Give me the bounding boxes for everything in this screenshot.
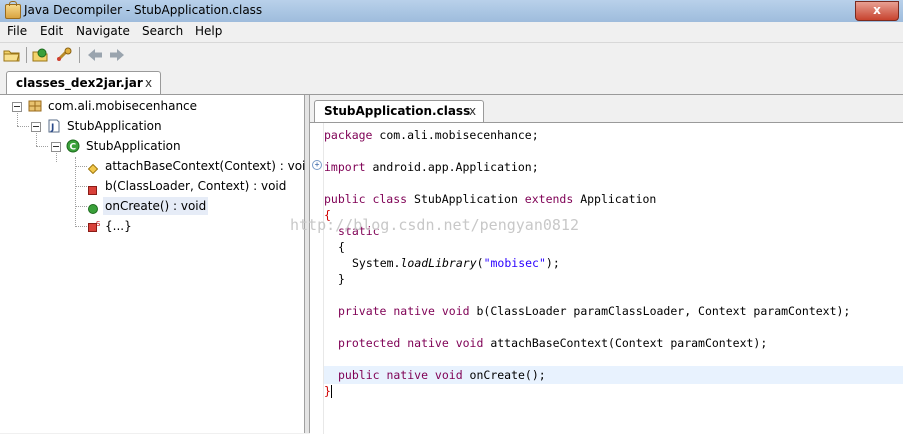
- tree-item-method-oncreate[interactable]: onCreate() : void: [0, 197, 300, 215]
- close-icon[interactable]: x: [469, 104, 476, 118]
- code-text: StubApplication: [407, 192, 525, 206]
- close-window-button[interactable]: x: [855, 1, 899, 21]
- window-title: Java Decompiler - StubApplication.class: [24, 3, 263, 17]
- tab-label: StubApplication.class: [324, 104, 471, 118]
- java-file-icon: J: [47, 119, 61, 138]
- svg-text:J: J: [50, 123, 54, 133]
- fold-expand-icon[interactable]: +: [312, 160, 322, 170]
- code-text: Application: [573, 192, 657, 206]
- code-line: private native void b(ClassLoader paramC…: [338, 303, 850, 319]
- text-cursor: [330, 385, 332, 398]
- toolbar-separator: [26, 47, 27, 63]
- code-text: android.app.Application;: [365, 160, 539, 174]
- tree-item-label: com.ali.mobisecenhance: [48, 99, 198, 113]
- tree-item-method-attachbasecontext[interactable]: attachBaseContext(Context) : void: [0, 157, 313, 175]
- open-file-icon[interactable]: [3, 47, 21, 63]
- keyword: import: [324, 160, 366, 174]
- code-line: }: [338, 272, 345, 286]
- code-editor[interactable]: + package com.ali.mobisecenhance; import…: [310, 122, 903, 434]
- collapse-toggle-icon[interactable]: [12, 102, 22, 112]
- keyword: private native void: [338, 304, 470, 318]
- back-icon[interactable]: [86, 47, 104, 63]
- code-text: b(ClassLoader paramClassLoader, Context …: [469, 304, 851, 318]
- open-type-hierarchy-icon[interactable]: [55, 47, 73, 63]
- tab-stubapplication-class[interactable]: StubApplication.class x: [314, 100, 484, 122]
- tree-item-method-b[interactable]: b(ClassLoader, Context) : void: [0, 177, 300, 195]
- forward-icon[interactable]: [108, 47, 126, 63]
- editor-gutter: +: [310, 123, 324, 434]
- code-text: com.ali.mobisecenhance;: [372, 128, 539, 142]
- toolbar-separator: [79, 47, 80, 63]
- tree-item-static-initializer[interactable]: S {...}: [0, 217, 300, 235]
- package-icon: [28, 99, 42, 118]
- file-tab-bar: classes_dex2jar.jar x: [0, 68, 903, 95]
- close-icon[interactable]: x: [145, 76, 152, 90]
- code-text: System.: [352, 256, 401, 270]
- toolbar: [0, 42, 903, 69]
- code-line: public class StubApplication extends App…: [324, 191, 656, 207]
- app-icon: [5, 1, 21, 19]
- code-line: protected native void attachBaseContext(…: [338, 335, 767, 351]
- tree-item-label: {...}: [105, 219, 132, 233]
- keyword: protected native void: [338, 336, 484, 350]
- open-type-icon[interactable]: [32, 47, 50, 63]
- code-line: public native void onCreate();: [338, 367, 546, 383]
- code-text: );: [545, 256, 560, 270]
- keyword: extends: [524, 192, 574, 206]
- static-initializer-icon: S: [88, 219, 102, 237]
- tree-item-class[interactable]: C StubApplication: [0, 137, 300, 155]
- code-text: }: [324, 384, 331, 398]
- collapse-toggle-icon[interactable]: [51, 142, 61, 152]
- tree-item-label: attachBaseContext(Context) : void: [105, 159, 313, 173]
- menu-file[interactable]: File: [4, 23, 30, 40]
- code-text: attachBaseContext(Context paramContext);: [483, 336, 768, 350]
- class-icon: C: [66, 139, 80, 158]
- menu-bar: File Edit Navigate Search Help: [0, 22, 903, 41]
- code-text: (: [476, 256, 484, 270]
- code-text: onCreate();: [462, 368, 546, 382]
- keyword: public class: [324, 192, 408, 206]
- menu-navigate[interactable]: Navigate: [73, 23, 133, 40]
- tree-item-java-file[interactable]: J StubApplication: [0, 117, 300, 135]
- svg-text:S: S: [96, 220, 101, 228]
- tree-item-package[interactable]: com.ali.mobisecenhance: [0, 97, 300, 115]
- package-tree: com.ali.mobisecenhance J StubApplication…: [0, 95, 313, 433]
- tree-item-label: b(ClassLoader, Context) : void: [105, 179, 287, 193]
- keyword: package: [324, 128, 373, 142]
- watermark: http://blog.csdn.net/pengyan0812: [290, 216, 579, 234]
- code-line: import android.app.Application;: [324, 159, 539, 175]
- code-line: System.loadLibrary("mobisec");: [352, 255, 560, 271]
- title-bar: Java Decompiler - StubApplication.class …: [0, 0, 903, 23]
- code-line: package com.ali.mobisecenhance;: [324, 127, 539, 143]
- collapse-toggle-icon[interactable]: [31, 122, 41, 132]
- editor-panel: StubApplication.class x + package com.al…: [310, 95, 903, 434]
- string-literal: "mobisec": [483, 256, 546, 270]
- code-line: {: [338, 240, 345, 254]
- tab-classes-dex2jar[interactable]: classes_dex2jar.jar x: [6, 71, 161, 94]
- menu-edit[interactable]: Edit: [37, 23, 66, 40]
- method-call: loadLibrary: [400, 256, 477, 270]
- code-line-close-brace: }: [324, 383, 332, 399]
- tree-item-label: StubApplication: [67, 119, 162, 133]
- tree-item-label: onCreate() : void: [103, 197, 209, 215]
- svg-text:C: C: [70, 143, 77, 153]
- keyword: public native void: [338, 368, 463, 382]
- menu-help[interactable]: Help: [192, 23, 225, 40]
- menu-search[interactable]: Search: [139, 23, 186, 40]
- tree-item-label: StubApplication: [86, 139, 181, 153]
- tab-label: classes_dex2jar.jar: [16, 76, 143, 90]
